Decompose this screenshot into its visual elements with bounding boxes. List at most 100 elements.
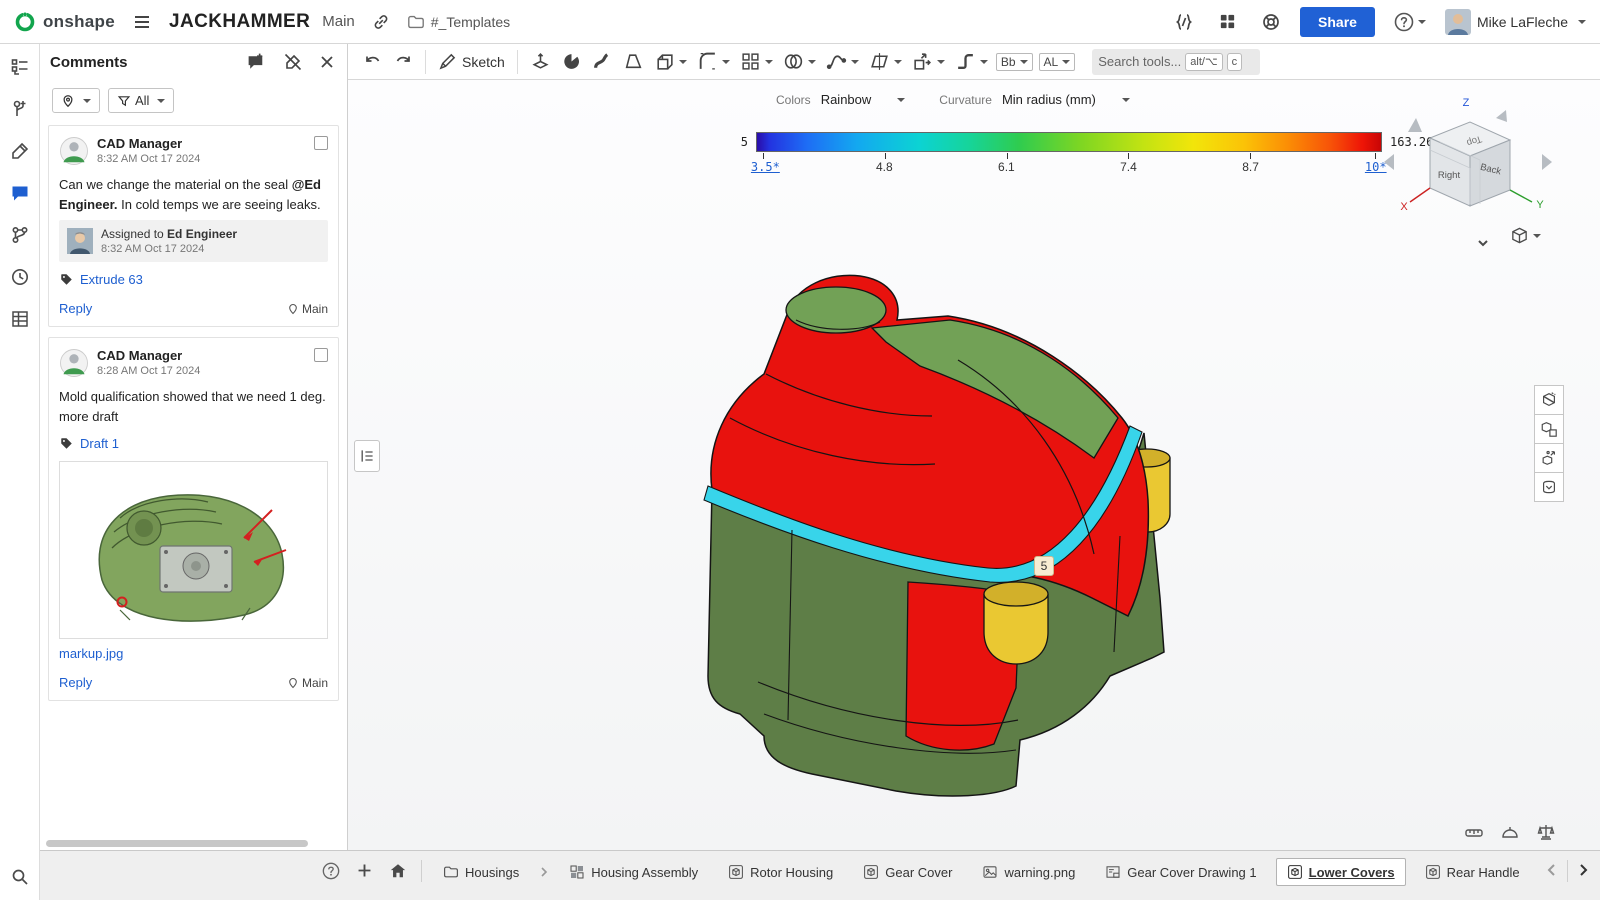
isolate-icon[interactable]: [1534, 414, 1564, 444]
hamburger-menu-icon[interactable]: [127, 9, 157, 35]
custom-tables-panel-icon[interactable]: [7, 306, 33, 332]
history-panel-icon[interactable]: [7, 264, 33, 290]
custom-feature-al-button[interactable]: AL: [1039, 53, 1076, 71]
comments-panel-icon[interactable]: [7, 180, 33, 206]
curvature-dropdown[interactable]: Min radius (mm): [1002, 92, 1130, 107]
tab-gear-cover-drawing-1[interactable]: Gear Cover Drawing 1: [1094, 858, 1267, 886]
tab-warning-png[interactable]: warning.png: [971, 858, 1086, 886]
branch-indicator: Main: [287, 676, 328, 690]
close-panel-icon[interactable]: [317, 52, 337, 72]
viewcube-collapse-icon[interactable]: [1472, 232, 1494, 254]
new-comment-icon[interactable]: [244, 50, 269, 75]
loft-tool-icon[interactable]: [618, 48, 649, 75]
min-radius-badge[interactable]: 5: [1034, 556, 1054, 576]
user-menu[interactable]: Mike LaFleche: [1445, 9, 1586, 35]
display-mode-dropdown[interactable]: [1510, 226, 1541, 245]
tool-caret: [980, 60, 988, 64]
named-views-icon[interactable]: [1534, 472, 1564, 502]
rotate-left-arrow[interactable]: [1384, 154, 1394, 170]
location-filter-dropdown[interactable]: [52, 88, 100, 113]
search-document-icon[interactable]: [7, 864, 33, 890]
colors-dropdown[interactable]: Rainbow: [821, 92, 906, 107]
add-tab-icon[interactable]: [352, 858, 377, 883]
onshape-logo[interactable]: onshape: [14, 11, 115, 33]
help-menu[interactable]: [1389, 9, 1431, 35]
sketch-button[interactable]: Sketch: [433, 49, 510, 74]
plane-tool-icon[interactable]: [864, 48, 907, 75]
curvature-label: Curvature: [939, 93, 992, 107]
share-button[interactable]: Share: [1300, 7, 1375, 37]
workspace-name[interactable]: Main: [322, 13, 355, 30]
folder-icon: [443, 864, 459, 880]
tab-folder-housings[interactable]: Housings: [432, 858, 530, 886]
rotate-up-left-arrow[interactable]: [1408, 118, 1422, 132]
tab-housing-assembly[interactable]: Housing Assembly: [558, 858, 709, 886]
colors-value: Rainbow: [821, 92, 872, 107]
comment-text: In cold temps we are seeing leaks.: [118, 197, 321, 212]
measure-icon[interactable]: [1464, 822, 1484, 842]
comment-meta: CAD Manager 8:32 AM Oct 17 2024: [97, 136, 200, 166]
rainbow-gradient-bar[interactable]: [756, 132, 1382, 152]
resolve-checkbox[interactable]: [314, 136, 328, 150]
feature-tag-link[interactable]: Extrude 63: [80, 272, 143, 287]
reply-link[interactable]: Reply: [59, 301, 92, 316]
tab-lower-covers[interactable]: Lower Covers: [1276, 858, 1406, 886]
revolve-tool-icon[interactable]: [556, 48, 587, 75]
redo-button[interactable]: [388, 49, 418, 75]
attachment-thumbnail[interactable]: [59, 461, 328, 639]
tabs-scroll-left-icon[interactable]: [1541, 859, 1563, 881]
resolve-checkbox[interactable]: [314, 348, 328, 362]
face-right-label[interactable]: Right: [1438, 170, 1461, 181]
appearance-panel-icon[interactable]: [7, 138, 33, 164]
feature-list-panel-icon[interactable]: [7, 54, 33, 80]
view-cube[interactable]: Z Right Back Top X Y: [1378, 88, 1558, 228]
learning-center-icon[interactable]: [1256, 9, 1286, 35]
search-tools-input[interactable]: Search tools... alt/⌥ c: [1092, 49, 1260, 75]
copy-link-icon[interactable]: [367, 10, 395, 34]
custom-feature-bb-button[interactable]: Bb: [996, 53, 1033, 71]
thicken-tool-icon[interactable]: [649, 48, 692, 75]
sweep-tool-icon[interactable]: [587, 48, 618, 75]
configurations-panel-icon[interactable]: [7, 96, 33, 122]
scale-tick-labels: 3.5* 4.8 6.1 7.4 8.7 10*: [756, 160, 1382, 176]
model-3d[interactable]: [700, 268, 1180, 798]
versions-panel-icon[interactable]: [7, 222, 33, 248]
tab-bar-help-icon[interactable]: [318, 858, 344, 884]
rotate-right-arrow[interactable]: [1542, 154, 1552, 170]
attachment-link[interactable]: markup.jpg: [59, 646, 123, 661]
feature-list-flyout-toggle[interactable]: [354, 440, 380, 472]
section-view-icon[interactable]: [1534, 385, 1564, 415]
breadcrumb[interactable]: #_Templates: [407, 13, 510, 31]
fillet-tool-icon[interactable]: [692, 48, 735, 75]
sheet-metal-tool-icon[interactable]: [950, 48, 993, 75]
transform-tool-icon[interactable]: [907, 48, 950, 75]
markup-mode-icon[interactable]: [281, 50, 305, 74]
status-filter-dropdown[interactable]: All: [108, 88, 174, 113]
featurescript-icon[interactable]: [1169, 9, 1199, 35]
reply-link[interactable]: Reply: [59, 675, 92, 690]
tabs-scroll-right-icon[interactable]: [1572, 859, 1594, 881]
tab-rear-handle[interactable]: Rear Handle: [1414, 858, 1531, 886]
app-store-grid-icon[interactable]: [1213, 9, 1242, 34]
viewport-status-tools: [1464, 822, 1556, 842]
scale-clamp-min[interactable]: 3.5*: [751, 160, 780, 174]
al-label: AL: [1044, 55, 1059, 69]
undo-button[interactable]: [358, 49, 388, 75]
feature-tag-link[interactable]: Draft 1: [80, 436, 119, 451]
feature-tag-row: Extrude 63: [59, 272, 328, 287]
panel-horizontal-scrollbar[interactable]: [46, 840, 331, 847]
tab-rotor-housing[interactable]: Rotor Housing: [717, 858, 844, 886]
mass-properties-icon[interactable]: [1536, 822, 1556, 842]
graphics-viewport[interactable]: Colors Rainbow Curvature Min radius (mm)…: [348, 80, 1600, 850]
breadcrumb-chevron-icon: [538, 866, 550, 878]
units-icon[interactable]: [1500, 822, 1520, 842]
explode-view-icon[interactable]: [1534, 443, 1564, 473]
curve-tool-icon[interactable]: [821, 48, 864, 75]
rotate-top-arrow[interactable]: [1496, 110, 1507, 122]
boolean-tool-icon[interactable]: [778, 48, 821, 75]
tab-gear-cover[interactable]: Gear Cover: [852, 858, 963, 886]
extrude-tool-icon[interactable]: [525, 48, 556, 75]
display-mode-caret: [1533, 234, 1541, 238]
pattern-tool-icon[interactable]: [735, 48, 778, 75]
home-tab-icon[interactable]: [385, 858, 411, 884]
